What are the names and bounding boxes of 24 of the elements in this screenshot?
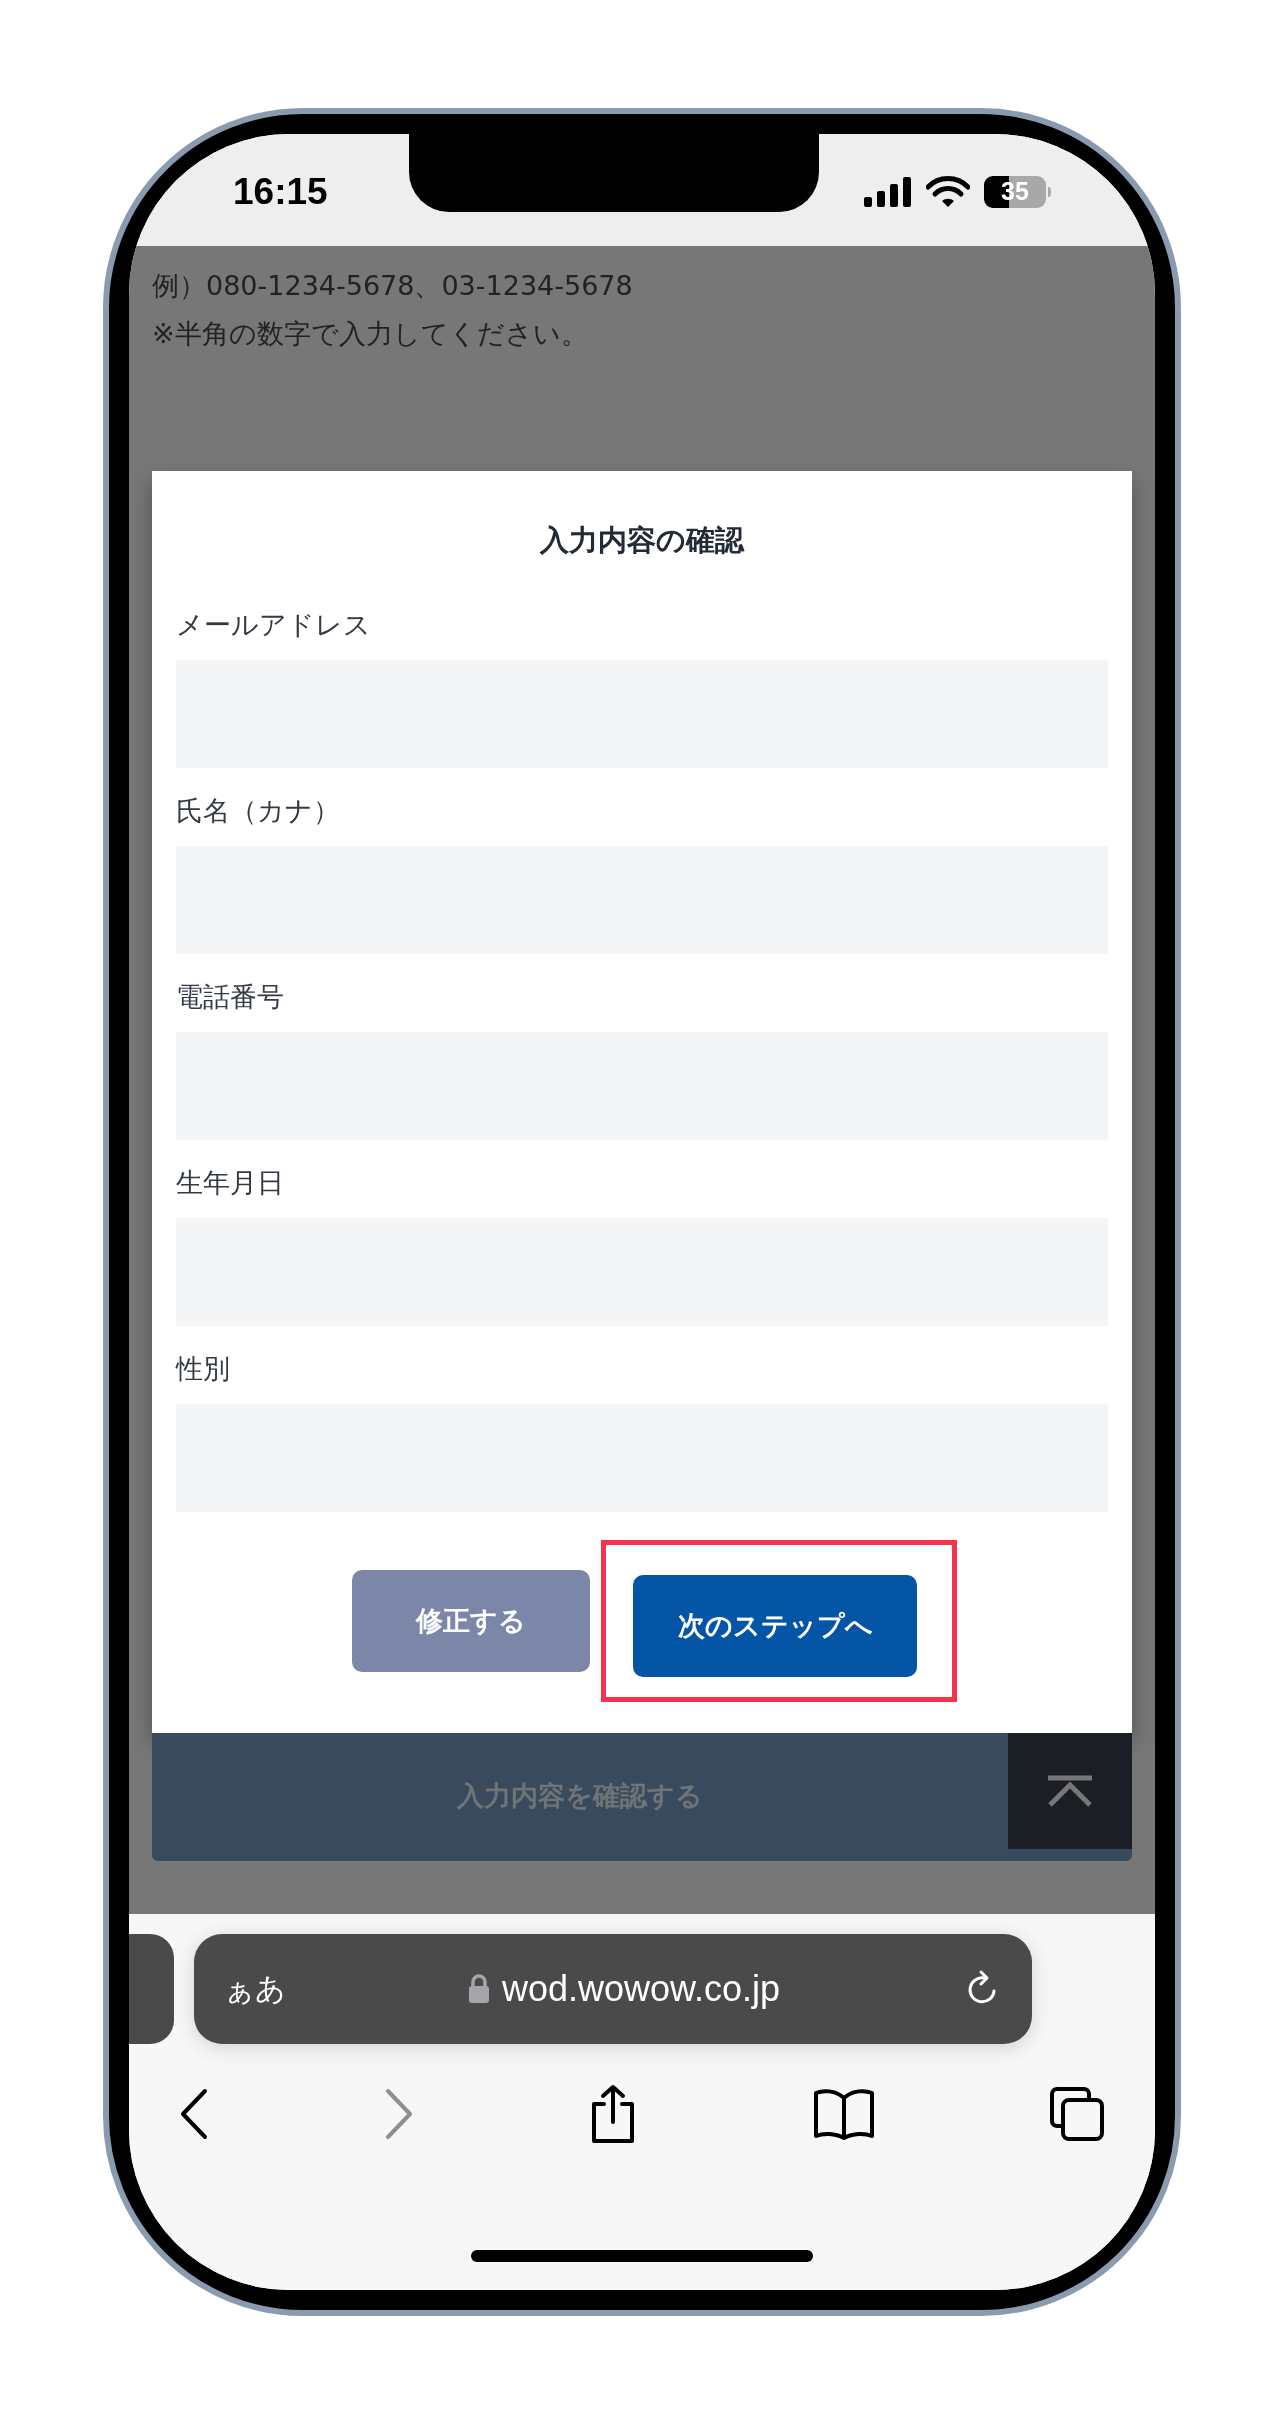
status-time: 16:15 (233, 169, 328, 214)
back-icon (179, 2087, 209, 2140)
address-bar[interactable]: ぁあ wod.wowow.co.jp (194, 1933, 1032, 2044)
signal-icon (864, 176, 912, 207)
field-label: 電話番号 (176, 980, 284, 1014)
edit-button[interactable]: 修正する (352, 1570, 590, 1672)
tabs-icon (1049, 2085, 1105, 2142)
field-label: 性別 (176, 1352, 230, 1386)
previous-tab[interactable] (129, 1933, 174, 2044)
next-step-button[interactable]: 次のステップへ (633, 1575, 917, 1677)
wifi-icon (926, 175, 970, 208)
url-text: wod.wowow.co.jp (501, 1966, 781, 2011)
lock-icon (467, 1973, 490, 2004)
forward-icon (383, 2087, 414, 2140)
hint-text: 例）080-1234-5678、03-1234-5678 (152, 268, 634, 303)
field-label: 生年月日 (176, 1166, 284, 1200)
text-size-button[interactable]: ぁあ (224, 1966, 286, 2011)
field-label: 氏名（カナ） (176, 794, 340, 828)
scroll-top-button[interactable] (1008, 1732, 1132, 1849)
book-icon (812, 2087, 875, 2140)
scroll-top-icon (1046, 1774, 1094, 1807)
dialog-title: 入力内容の確認 (538, 521, 746, 559)
hint-text: ※半角の数字で入力してください。 (152, 316, 589, 351)
field-label: メールアドレス (176, 608, 371, 642)
